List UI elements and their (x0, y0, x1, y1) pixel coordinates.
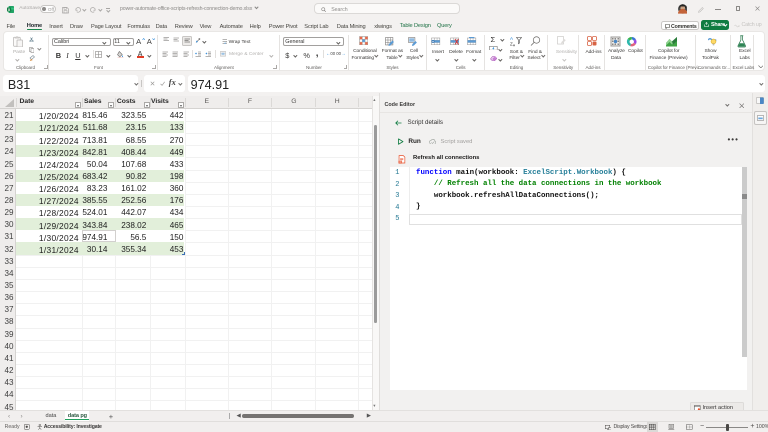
svg-text:Z: Z (510, 41, 513, 46)
svg-text:A: A (510, 36, 513, 41)
